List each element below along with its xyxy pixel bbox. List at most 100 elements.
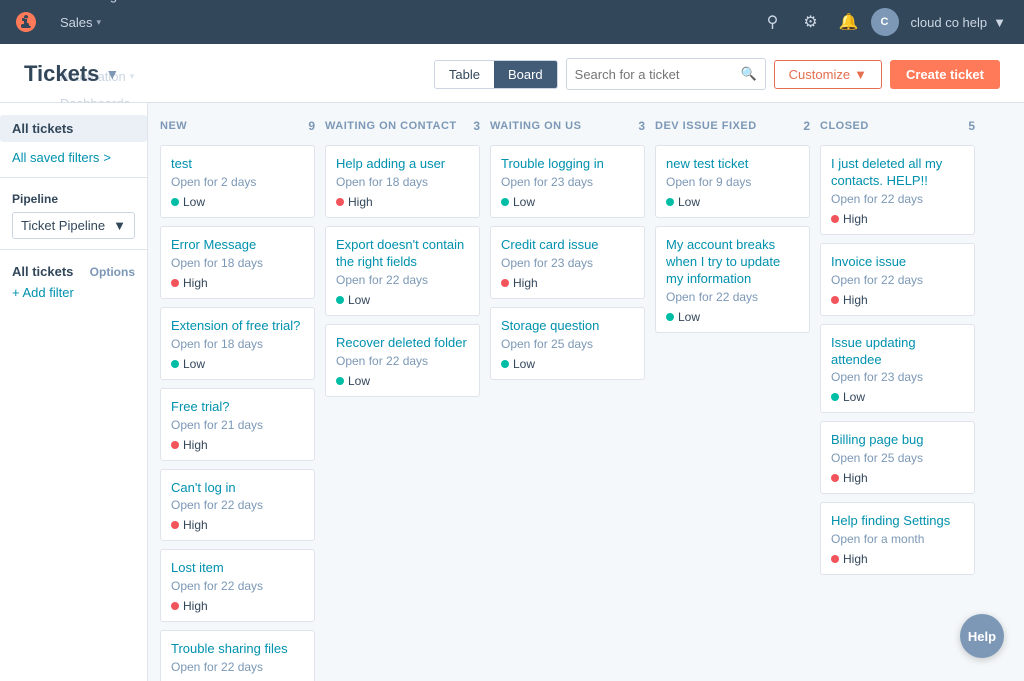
ticket-card[interactable]: Invoice issue Open for 22 days High [820,243,975,316]
column-count: 5 [968,119,975,133]
ticket-age: Open for 23 days [501,175,634,189]
priority-dot [501,279,509,287]
ticket-name[interactable]: Lost item [171,560,304,577]
ticket-card[interactable]: Free trial?Open for 21 daysHigh [160,388,315,461]
help-button[interactable]: Help [960,614,1004,658]
page-title[interactable]: Tickets ▼ [24,61,119,87]
ticket-card[interactable]: I just deleted all my contacts. HELP!!Op… [820,145,975,235]
sidebar-all-tickets[interactable]: All tickets [0,115,147,142]
column-waiting-on-contact: WAITING ON CONTACT 3 Help adding a userOpe… [325,119,480,397]
table-view-button[interactable]: Table [435,61,494,88]
ticket-card[interactable]: Can't log inOpen for 22 daysHigh [160,469,315,542]
ticket-card[interactable]: Issue updating attendeeOpen for 23 daysL… [820,324,975,414]
search-input[interactable] [575,67,737,82]
ticket-priority: High [171,438,304,452]
nav-item-sales[interactable]: Sales▾ [50,9,162,36]
ticket-name[interactable]: Free trial? [171,399,304,416]
ticket-name[interactable]: Trouble sharing files [171,641,304,658]
ticket-card[interactable]: My account breaks when I try to update m… [655,226,810,333]
ticket-card[interactable]: Error MessageOpen for 18 daysHigh [160,226,315,299]
ticket-card[interactable]: Lost itemOpen for 22 daysHigh [160,549,315,622]
ticket-priority: High [831,471,964,485]
ticket-name[interactable]: Recover deleted folder [336,335,469,352]
pipeline-select[interactable]: Ticket Pipeline ▼ [12,212,135,239]
ticket-name[interactable]: Trouble logging in [501,156,634,173]
column-count: 3 [638,119,645,133]
ticket-name[interactable]: Credit card issue [501,237,634,254]
create-ticket-button[interactable]: Create ticket [890,60,1000,89]
priority-label: High [183,438,208,452]
ticket-age: Open for a month [831,532,964,546]
priority-dot [336,296,344,304]
ticket-age: Open for 22 days [831,273,964,287]
ticket-priority: High [831,293,964,307]
ticket-priority: Low [831,390,964,404]
ticket-name[interactable]: Can't log in [171,480,304,497]
avatar[interactable]: C [871,8,899,36]
ticket-priority: Low [501,195,634,209]
view-toggle: Table Board [434,60,558,89]
ticket-name[interactable]: My account breaks when I try to update m… [666,237,799,288]
account-menu[interactable]: cloud co help ▼ [905,11,1013,34]
ticket-card[interactable]: Storage questionOpen for 25 daysLow [490,307,645,380]
ticket-name[interactable]: Invoice issue [831,254,964,271]
nav-item-marketing[interactable]: Marketing▾ [50,0,162,9]
ticket-name[interactable]: Billing page bug [831,432,964,449]
priority-dot [831,393,839,401]
ticket-name[interactable]: Extension of free trial? [171,318,304,335]
customize-caret: ▼ [854,67,867,82]
ticket-card[interactable]: testOpen for 2 daysLow [160,145,315,218]
priority-dot [831,555,839,563]
options-button[interactable]: Options [90,265,135,279]
ticket-name[interactable]: test [171,156,304,173]
ticket-card[interactable]: Help adding a userOpen for 18 daysHigh [325,145,480,218]
priority-dot [171,198,179,206]
add-filter-button[interactable]: + Add filter [12,283,135,302]
priority-label: Low [513,357,535,371]
ticket-priority: Low [666,310,799,324]
priority-label: Low [678,310,700,324]
ticket-name[interactable]: Storage question [501,318,634,335]
sidebar-all-tickets2: All tickets Options [12,260,135,283]
nav-caret: ▾ [97,17,102,28]
customize-button[interactable]: Customize ▼ [774,60,882,89]
ticket-card[interactable]: Export doesn't contain the right fieldsO… [325,226,480,316]
pipeline-caret: ▼ [113,218,126,233]
search-icon: 🔍 [740,66,756,82]
settings-icon[interactable]: ⚙ [795,6,827,38]
ticket-card[interactable]: Billing page bugOpen for 25 daysHigh [820,421,975,494]
priority-dot [336,198,344,206]
ticket-card[interactable]: Credit card issueOpen for 23 daysHigh [490,226,645,299]
priority-label: High [843,552,868,566]
hubspot-logo[interactable] [12,8,40,36]
ticket-priority: Low [171,357,304,371]
nav-item-service[interactable]: Service▾ [50,36,162,63]
notifications-icon[interactable]: 🔔 [833,6,865,38]
column-title: WAITING ON CONTACT [325,120,457,132]
ticket-card[interactable]: Recover deleted folderOpen for 22 daysLo… [325,324,480,397]
ticket-name[interactable]: Error Message [171,237,304,254]
priority-dot [171,279,179,287]
ticket-name[interactable]: Issue updating attendee [831,335,964,369]
ticket-name[interactable]: Export doesn't contain the right fields [336,237,469,271]
all-saved-filters-link[interactable]: All saved filters > [0,148,147,167]
ticket-name[interactable]: new test ticket [666,156,799,173]
column-header-new: NEW9 [160,119,315,133]
ticket-card[interactable]: Help finding Settings Open for a month Hig… [820,502,975,575]
ticket-name[interactable]: Help finding Settings [831,513,964,530]
ticket-priority: High [831,552,964,566]
ticket-age: Open for 22 days [171,579,304,593]
ticket-card[interactable]: Trouble sharing filesOpen for 22 daysHig… [160,630,315,681]
sidebar-divider-1 [0,177,147,178]
board-view-button[interactable]: Board [494,61,557,88]
ticket-card[interactable]: new test ticketOpen for 9 daysLow [655,145,810,218]
ticket-name[interactable]: I just deleted all my contacts. HELP!! [831,156,964,190]
arrow-icon: > [103,150,111,165]
column-count: 3 [473,119,480,133]
ticket-name[interactable]: Help adding a user [336,156,469,173]
ticket-age: Open for 22 days [666,290,799,304]
search-icon[interactable]: ⚲ [757,6,789,38]
priority-label: High [348,195,373,209]
ticket-card[interactable]: Extension of free trial?Open for 18 days… [160,307,315,380]
ticket-card[interactable]: Trouble logging in Open for 23 days Low [490,145,645,218]
